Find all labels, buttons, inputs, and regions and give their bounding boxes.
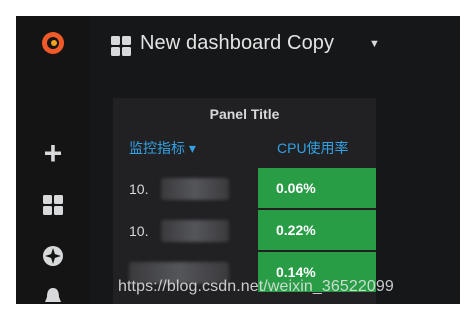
cpu-value-cell: 0.06% <box>258 168 376 208</box>
cpu-value-cell: 0.22% <box>258 210 376 250</box>
column-header-cpu[interactable]: CPU使用率 <box>277 134 349 162</box>
host-ip: 10. <box>129 181 149 197</box>
redacted-blur <box>161 220 229 242</box>
table-panel: Panel Title 监控指标 ▾ CPU使用率 10. 0.06% 10. … <box>113 98 376 304</box>
table-row: 10. 0.06% <box>113 168 376 210</box>
dashboards-grid-icon[interactable] <box>40 192 66 218</box>
column-header-metric[interactable]: 监控指标 ▾ <box>129 134 196 162</box>
dashboard-grid-icon <box>110 35 132 62</box>
alerting-bell-icon[interactable] <box>40 284 66 304</box>
panel-title[interactable]: Panel Title <box>113 98 376 130</box>
sidebar: + <box>16 16 90 304</box>
dashboard-navbar: New dashboard Copy ▼ <box>90 16 460 76</box>
dashboard-title[interactable]: New dashboard Copy <box>140 32 334 55</box>
grafana-window: + New dashboard Copy ▼ Panel Title 监控指标 … <box>16 16 460 304</box>
grafana-logo-icon[interactable] <box>40 30 66 56</box>
dashboard-picker-caret-icon[interactable]: ▼ <box>369 38 380 50</box>
explore-compass-icon[interactable] <box>40 243 66 269</box>
host-ip: 10. <box>129 223 149 239</box>
watermark-text: https://blog.csdn.net/weixin_36522099 <box>118 278 394 295</box>
table-row: 10. 0.22% <box>113 210 376 252</box>
redacted-blur <box>161 178 229 200</box>
create-plus-icon[interactable]: + <box>40 137 66 169</box>
